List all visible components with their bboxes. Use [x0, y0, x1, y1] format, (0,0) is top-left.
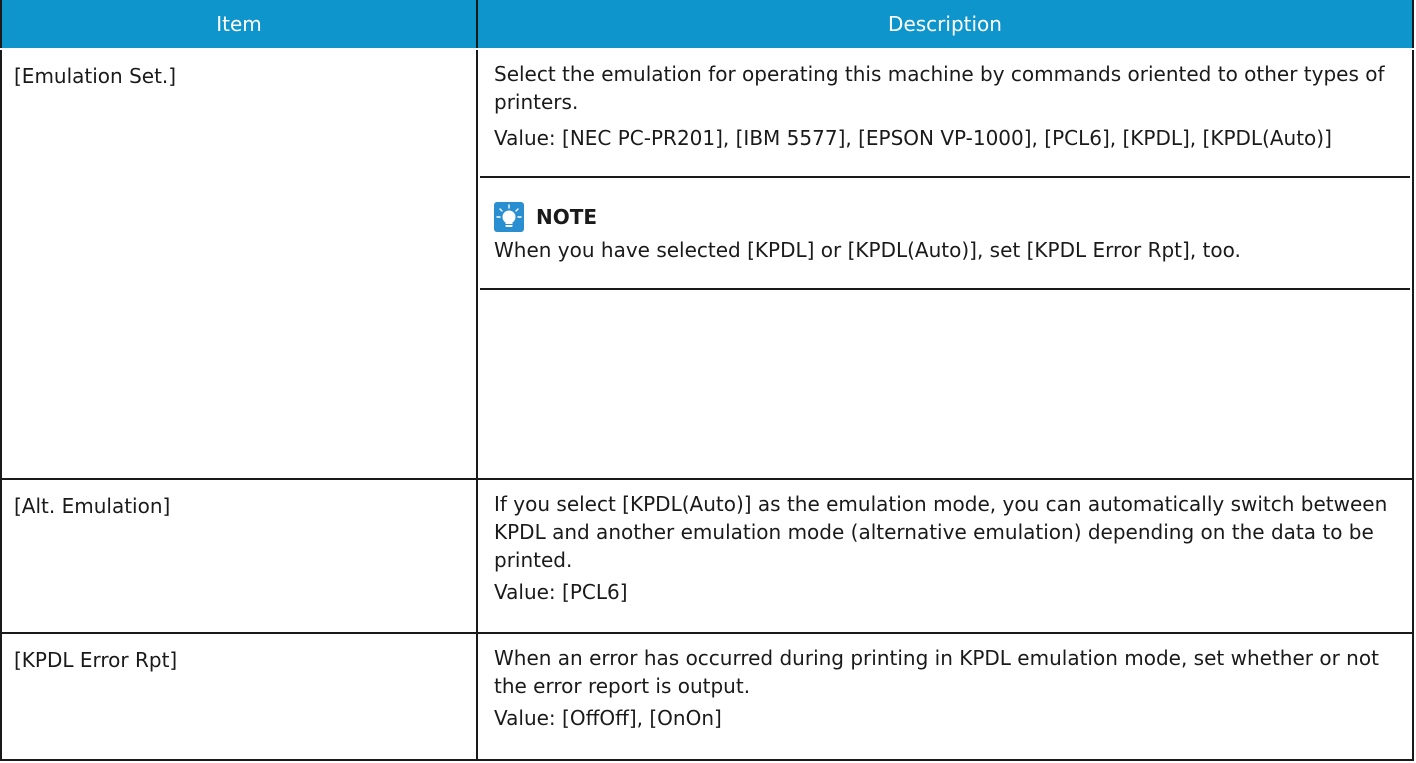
description-text: When an error has occurred during printi…	[494, 646, 1379, 698]
description-cell: Select the emulation for operating this …	[476, 48, 1414, 480]
note-header: NOTE	[494, 198, 1396, 236]
item-cell: [Emulation Set.]	[0, 48, 478, 480]
note-text: When you have selected [KPDL] or [KPDL(A…	[494, 238, 1241, 262]
table-row: [Emulation Set.] Select the emulation fo…	[0, 48, 1414, 480]
value-text: Value: [PCL6]	[494, 580, 628, 604]
table-row: [Alt. Emulation] If you select [KPDL(Aut…	[0, 478, 1414, 634]
note-box: NOTE When you have selected [KPDL] or [K…	[480, 176, 1410, 290]
description-cell: If you select [KPDL(Auto)] as the emulat…	[476, 478, 1414, 634]
value-text: Value: [NEC PC-PR201], [IBM 5577], [EPSO…	[494, 126, 1332, 150]
value-text: Value: [OffOff], [OnOn]	[494, 706, 722, 730]
table-header-row: Item Description	[0, 0, 1414, 50]
lightbulb-note-icon	[494, 202, 524, 232]
settings-table: Item Description [Emulation Set.] Select…	[0, 0, 1414, 761]
note-title: NOTE	[536, 205, 598, 229]
item-cell: [KPDL Error Rpt]	[0, 632, 478, 761]
description-text: If you select [KPDL(Auto)] as the emulat…	[494, 492, 1388, 572]
table-row: [KPDL Error Rpt] When an error has occur…	[0, 632, 1414, 761]
description-text: Select the emulation for operating this …	[494, 62, 1385, 114]
column-header-description: Description	[476, 0, 1414, 50]
description-cell: When an error has occurred during printi…	[476, 632, 1414, 761]
item-cell: [Alt. Emulation]	[0, 478, 478, 634]
column-header-item: Item	[0, 0, 478, 50]
